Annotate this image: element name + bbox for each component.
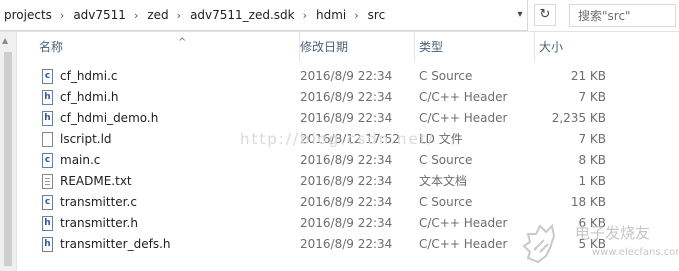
file-date: 2016/8/9 22:34 (300, 216, 393, 230)
file-date: 2016/8/9 22:34 (300, 111, 393, 125)
file-date: 2016/8/9 22:34 (300, 174, 393, 188)
generic-file-icon (42, 132, 53, 147)
file-type: C Source (419, 69, 473, 83)
header-file-icon: h (42, 111, 53, 126)
chevron-right-icon[interactable]: › (349, 9, 363, 22)
chevron-right-icon[interactable]: › (129, 9, 143, 22)
file-name: main.c (60, 153, 101, 167)
search-input[interactable] (570, 5, 675, 26)
navigation-pane-scrollbar[interactable]: ▲ (0, 32, 17, 271)
breadcrumb-item[interactable]: src (364, 0, 389, 30)
file-size: 21 KB (570, 69, 606, 83)
column-header-size[interactable]: 大小 (535, 32, 607, 62)
logo-url: www.elecfans.com (592, 247, 679, 258)
column-header-type[interactable]: 类型 (415, 32, 535, 62)
file-row[interactable]: c transmitter.c 2016/8/9 22:34 C Source 18 K… (17, 192, 679, 213)
file-name: transmitter.h (60, 216, 138, 230)
file-type: C/C++ Header (419, 111, 508, 125)
file-row[interactable]: h cf_hdmi.h 2016/8/9 22:34 C/C++ Header 7 KB (17, 87, 679, 108)
file-type: C/C++ Header (419, 237, 508, 251)
breadcrumb-item[interactable]: adv7511 (69, 0, 129, 30)
file-date: 2016/8/9 22:34 (300, 69, 393, 83)
header-file-icon: h (42, 216, 53, 231)
c-source-file-icon: c (42, 69, 53, 84)
file-name: transmitter_defs.h (60, 237, 171, 251)
header-file-icon: h (42, 237, 53, 252)
search-box[interactable] (569, 4, 676, 27)
file-row[interactable]: README.txt 2016/8/9 22:34 文本文档 1 KB (17, 171, 679, 192)
breadcrumb-item[interactable]: projects (0, 0, 55, 30)
file-name: cf_hdmi_demo.h (60, 111, 159, 125)
column-header-label: 类型 (419, 40, 444, 54)
chevron-right-icon[interactable]: › (55, 9, 69, 22)
watermark: http://blog.csdn.net/ (240, 130, 435, 148)
breadcrumb-item[interactable]: hdmi (312, 0, 349, 30)
file-size: 8 KB (578, 153, 606, 167)
file-name: README.txt (60, 174, 132, 188)
column-header-label: 修改日期 (300, 40, 349, 54)
file-row[interactable]: h cf_hdmi_demo.h 2016/8/9 22:34 C/C++ Heade… (17, 108, 679, 129)
breadcrumb-item[interactable]: zed (143, 0, 171, 30)
c-source-file-icon: c (42, 195, 53, 210)
file-size: 1 KB (578, 174, 606, 188)
file-date: 2016/8/9 22:34 (300, 195, 393, 209)
file-type: 文本文档 (419, 174, 468, 188)
chevron-right-icon[interactable]: › (298, 9, 312, 22)
file-date: 2016/8/9 22:34 (300, 153, 393, 167)
sort-ascending-icon: ^ (178, 37, 187, 48)
chevron-right-icon[interactable]: › (172, 9, 186, 22)
breadcrumb: projects › adv7511 › zed › adv7511_zed.s… (0, 0, 528, 31)
logo-text: 电子发烧友 (575, 224, 651, 242)
file-name: lscript.ld (60, 132, 112, 146)
column-header-label: 名称 (39, 40, 64, 54)
file-row[interactable]: c cf_hdmi.c 2016/8/9 22:34 C Source 21 KB (17, 66, 679, 87)
file-type: C Source (419, 195, 473, 209)
c-source-file-icon: c (42, 153, 53, 168)
file-row[interactable]: c main.c 2016/8/9 22:34 C Source 8 KB (17, 150, 679, 171)
file-name: cf_hdmi.h (60, 90, 119, 104)
header-file-icon: h (42, 90, 53, 105)
chevron-down-icon[interactable]: ▾ (513, 8, 527, 22)
file-type: C/C++ Header (419, 90, 508, 104)
column-header-name[interactable]: 名称 ^ (35, 32, 300, 62)
file-name: transmitter.c (60, 195, 137, 209)
file-size: 18 KB (570, 195, 606, 209)
text-file-icon (42, 174, 53, 189)
refresh-icon: ↻ (539, 7, 551, 22)
file-size: 2,235 KB (551, 111, 606, 125)
file-date: 2016/8/9 22:34 (300, 90, 393, 104)
refresh-button[interactable]: ↻ (534, 4, 556, 26)
scroll-up-icon[interactable]: ▲ (2, 36, 8, 45)
column-header-row: 名称 ^ 修改日期 类型 大小 (17, 32, 679, 62)
file-type: C Source (419, 153, 473, 167)
column-header-label: 大小 (539, 40, 564, 54)
file-type: C/C++ Header (419, 216, 508, 230)
file-date: 2016/8/9 22:34 (300, 237, 393, 251)
file-name: cf_hdmi.c (60, 69, 118, 83)
address-bar: projects › adv7511 › zed › adv7511_zed.s… (0, 0, 679, 32)
file-size: 7 KB (578, 132, 606, 146)
scrollbar-thumb[interactable] (4, 52, 12, 266)
breadcrumb-item[interactable]: adv7511_zed.sdk (186, 0, 298, 30)
column-header-date[interactable]: 修改日期 (296, 32, 415, 62)
file-size: 7 KB (578, 90, 606, 104)
